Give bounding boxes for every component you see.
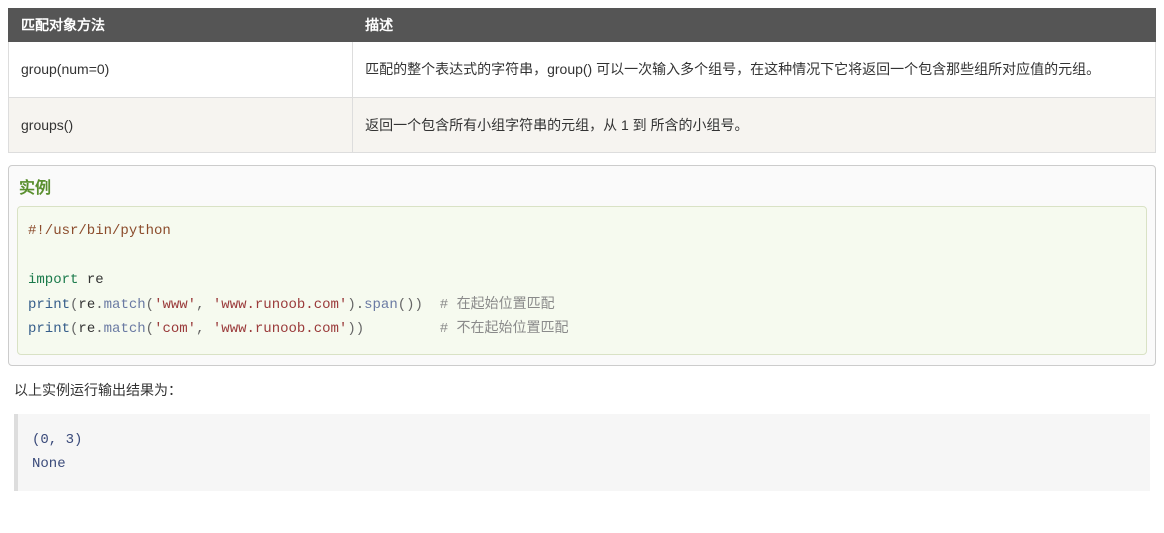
str: 'www' bbox=[154, 297, 196, 313]
kw-import: import bbox=[28, 272, 78, 288]
obj-re: re bbox=[78, 321, 95, 337]
output-block: (0, 3) None bbox=[14, 414, 1150, 491]
th-desc: 描述 bbox=[353, 9, 1156, 42]
cell-desc: 返回一个包含所有小组字符串的元组，从 1 到 所含的小组号。 bbox=[353, 97, 1156, 153]
fn-span: span bbox=[364, 297, 398, 313]
cell-method: groups() bbox=[9, 97, 353, 153]
fn-print: print bbox=[28, 321, 70, 337]
shebang-line: #!/usr/bin/python bbox=[28, 223, 171, 239]
str: 'www.runoob.com' bbox=[213, 297, 347, 313]
example-title: 实例 bbox=[9, 166, 1155, 202]
comment: # 在起始位置匹配 bbox=[440, 297, 555, 313]
methods-table: 匹配对象方法 描述 group(num=0) 匹配的整个表达式的字符串，grou… bbox=[8, 8, 1156, 153]
fn-match: match bbox=[104, 321, 146, 337]
th-method: 匹配对象方法 bbox=[9, 9, 353, 42]
str: 'com' bbox=[154, 321, 196, 337]
fn-match: match bbox=[104, 297, 146, 313]
mod-name: re bbox=[87, 272, 104, 288]
comment: # 不在起始位置匹配 bbox=[440, 321, 569, 337]
result-label: 以上实例运行输出结果为： bbox=[14, 380, 1150, 400]
str: 'www.runoob.com' bbox=[213, 321, 347, 337]
table-row: group(num=0) 匹配的整个表达式的字符串，group() 可以一次输入… bbox=[9, 42, 1156, 98]
table-row: groups() 返回一个包含所有小组字符串的元组，从 1 到 所含的小组号。 bbox=[9, 97, 1156, 153]
obj-re: re bbox=[78, 297, 95, 313]
cell-desc: 匹配的整个表达式的字符串，group() 可以一次输入多个组号，在这种情况下它将… bbox=[353, 42, 1156, 98]
example-box: 实例 #!/usr/bin/python import re print(re.… bbox=[8, 165, 1156, 366]
fn-print: print bbox=[28, 297, 70, 313]
cell-method: group(num=0) bbox=[9, 42, 353, 98]
code-block: #!/usr/bin/python import re print(re.mat… bbox=[17, 206, 1147, 355]
